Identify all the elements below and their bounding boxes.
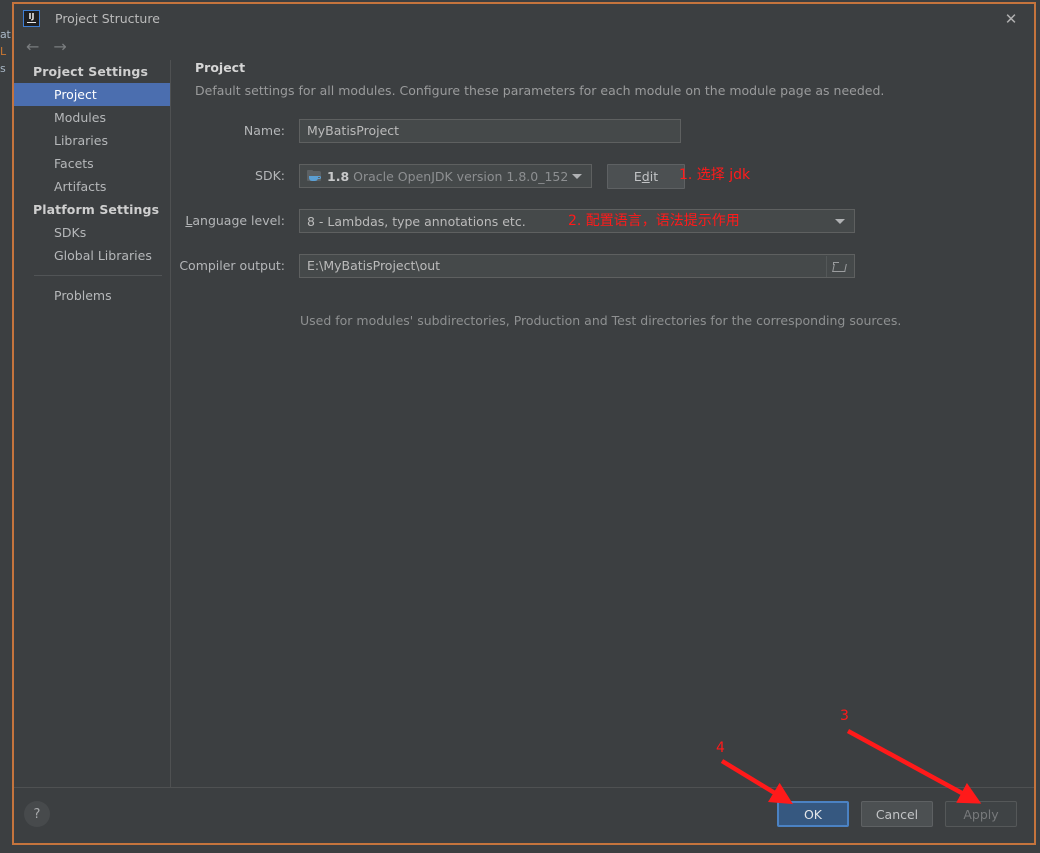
backdrop-text-fragment: L: [0, 45, 6, 58]
sidebar-group-project-settings: Project Settings: [33, 64, 149, 79]
backdrop-text-fragment: at: [0, 28, 11, 41]
edit-button-mnemonic: d: [641, 169, 650, 184]
compiler-output-row: Compiler output: E:\MyBatisProject\out: [172, 254, 1034, 278]
chevron-down-icon: [835, 219, 845, 224]
sidebar-item-facets[interactable]: Facets: [14, 152, 170, 175]
intellij-idea-logo-icon: IJ: [23, 10, 40, 27]
chevron-down-icon: [572, 174, 582, 179]
language-level-label-rest: anguage level:: [192, 213, 285, 228]
back-arrow-icon[interactable]: ←: [26, 38, 39, 55]
sdk-combobox[interactable]: 1.8 Oracle OpenJDK version 1.8.0_152: [299, 164, 592, 188]
sdk-description-label: Oracle OpenJDK version 1.8.0_152: [353, 168, 569, 184]
folder-icon: [832, 261, 847, 273]
name-label: Name:: [243, 123, 285, 138]
cancel-button[interactable]: Cancel: [861, 801, 933, 827]
apply-button[interactable]: Apply: [945, 801, 1017, 827]
sidebar-item-libraries[interactable]: Libraries: [14, 129, 170, 152]
backdrop-text-fragment: s: [0, 62, 6, 75]
close-icon[interactable]: ✕: [988, 4, 1034, 33]
name-row: Name: MyBatisProject: [172, 119, 1034, 143]
annotation-select-jdk: 1. 选择 jdk: [679, 167, 751, 183]
sidebar-item-global-libraries[interactable]: Global Libraries: [14, 244, 170, 267]
settings-sidebar: Project Settings Project Modules Librari…: [14, 60, 171, 787]
page-description: Default settings for all modules. Config…: [195, 83, 885, 98]
compiler-output-value: E:\MyBatisProject\out: [307, 258, 441, 273]
edit-button-label-prefix: E: [633, 169, 642, 184]
ok-button[interactable]: OK: [777, 801, 849, 827]
logo-underline: [27, 21, 36, 23]
navigation-toolbar: ← →: [14, 33, 171, 60]
sidebar-item-artifacts[interactable]: Artifacts: [14, 175, 170, 198]
sidebar-group-platform-settings: Platform Settings: [33, 202, 160, 217]
forward-arrow-icon[interactable]: →: [53, 38, 66, 55]
dialog-button-bar: ? OK Cancel Apply: [14, 787, 1034, 843]
language-level-value: 8 - Lambdas, type annotations etc.: [307, 213, 526, 229]
annotation-number-4: 4: [716, 740, 725, 756]
project-name-input[interactable]: MyBatisProject: [299, 119, 681, 143]
annotation-number-3: 3: [840, 708, 849, 724]
settings-content-panel: Project Default settings for all modules…: [172, 33, 1034, 787]
compiler-output-label: Compiler output:: [179, 258, 285, 273]
compiler-output-hint: Used for modules' subdirectories, Produc…: [300, 313, 902, 328]
ide-backdrop-left-strip: at L s: [0, 0, 12, 853]
sidebar-item-problems[interactable]: Problems: [14, 284, 170, 307]
help-button[interactable]: ?: [24, 801, 50, 827]
browse-folder-button[interactable]: [826, 256, 853, 277]
sidebar-divider: [34, 275, 162, 276]
dialog-title: Project Structure: [55, 11, 160, 26]
sidebar-item-sdks[interactable]: SDKs: [14, 221, 170, 244]
edit-sdk-button[interactable]: Ed it: [607, 164, 685, 189]
sdk-row: SDK: 1.8 Oracle OpenJDK version 1.8.0_15…: [172, 164, 1034, 189]
edit-button-label-suffix: it: [649, 169, 659, 184]
page-title: Project: [195, 60, 246, 75]
compiler-output-input[interactable]: E:\MyBatisProject\out: [299, 254, 855, 278]
jdk-folder-icon: [307, 169, 322, 183]
project-structure-dialog: IJ Project Structure ✕ ← → Project Setti…: [12, 2, 1036, 845]
sdk-label: SDK:: [255, 168, 285, 183]
logo-letters: IJ: [28, 12, 35, 21]
dialog-titlebar: IJ Project Structure ✕: [14, 4, 1034, 33]
sidebar-item-project[interactable]: Project: [14, 83, 170, 106]
language-level-label: Language level:: [172, 209, 285, 233]
annotation-configure-language: 2. 配置语言，语法提示作用: [568, 213, 740, 229]
sidebar-item-modules[interactable]: Modules: [14, 106, 170, 129]
sdk-version-label: 1.8: [327, 168, 350, 184]
